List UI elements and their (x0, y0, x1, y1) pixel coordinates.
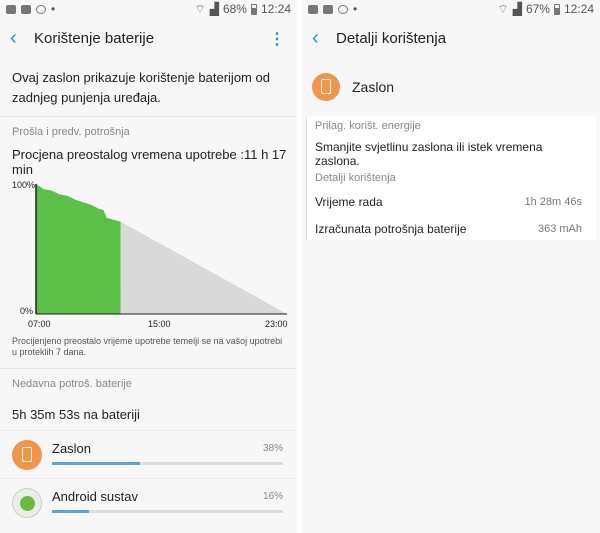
detail-row-consumption: Izračunata potrošnja baterije 363 mAh (307, 215, 596, 242)
app-name: Zaslon (352, 79, 395, 95)
battery-usage-screen: • ⌔ ▟ 68% 12:24 ‹ Korištenje baterije ⋮ … (0, 0, 297, 533)
y-tick-label: 0% (20, 306, 34, 316)
battery-chart: 100% 0% 07:00 15:00 23:00 (0, 178, 297, 330)
app-percent: 38% (262, 443, 283, 454)
phone-settings-icon (12, 440, 42, 470)
battery-icon (553, 3, 560, 15)
signal-icon: ▟ (209, 2, 219, 16)
app-name: Android sustav (52, 489, 138, 504)
usage-bar-track (52, 462, 283, 465)
status-bar: • ⌔ ▟ 68% 12:24 (0, 0, 297, 18)
battery-percent: 67% (525, 2, 550, 16)
app-bar: ‹ Detalji korištenja (302, 18, 600, 58)
back-arrow-icon[interactable]: ‹ (312, 27, 334, 50)
x-tick-label: 23:00 (265, 319, 288, 329)
app-usage-item-zaslon[interactable]: Zaslon 38% (0, 430, 297, 478)
detail-label: Izračunata potrošnja baterije (315, 221, 467, 236)
section-recent-header: Nedavna potroš. baterije (0, 368, 297, 398)
app-bar: ‹ Korištenje baterije ⋮ (0, 18, 297, 58)
x-tick-label: 15:00 (148, 319, 171, 329)
battery-percent: 68% (222, 2, 247, 16)
page-title: Detalji korištenja (336, 29, 447, 47)
page-title: Korištenje baterije (34, 29, 155, 47)
predicted-usage-area (120, 221, 287, 314)
detail-row-runtime: Vrijeme rada 1h 28m 46s (307, 188, 596, 215)
estimate-note: Procijenjeno preostalo vrijeme upotrebe … (12, 336, 283, 357)
clock: 12:24 (260, 2, 291, 16)
app-name: Zaslon (52, 441, 92, 456)
usage-bar-track (52, 510, 283, 513)
message-notification-icon (323, 4, 333, 14)
chart-series-group (36, 184, 287, 314)
usage-bar-fill (52, 462, 140, 465)
x-tick-label: 07:00 (28, 319, 51, 329)
alarm-icon (36, 4, 46, 14)
screen-description: Ovaj zaslon prikazuje korištenje baterij… (12, 70, 270, 105)
more-notifications-icon: • (353, 2, 358, 16)
details-card: Prilag. korišt. energije Smanjite svjetl… (306, 116, 596, 240)
status-bar: • ⌔ ▟ 67% 12:24 (302, 0, 600, 18)
detail-value: 363 mAh (537, 222, 582, 235)
usage-bar-fill (52, 510, 89, 513)
battery-chart-svg (35, 184, 287, 315)
more-notifications-icon: • (51, 2, 56, 16)
detail-value: 1h 28m 46s (524, 195, 582, 208)
section-usage-header: Prošla i predv. potrošnja (0, 116, 297, 146)
clock: 12:24 (563, 2, 594, 16)
measured-usage-area (36, 184, 121, 314)
more-options-icon[interactable]: ⋮ (269, 29, 285, 49)
gallery-notification-icon (6, 4, 16, 14)
android-system-icon (12, 488, 42, 518)
gallery-notification-icon (308, 4, 318, 14)
phone-settings-icon (312, 73, 340, 101)
app-header: Zaslon (302, 58, 600, 116)
message-notification-icon (21, 4, 31, 14)
alarm-icon (338, 4, 348, 14)
y-tick-label: 100% (12, 180, 36, 190)
power-saving-tip[interactable]: Smanjite svjetlinu zaslona ili istek vre… (307, 136, 596, 168)
back-arrow-icon[interactable]: ‹ (10, 27, 32, 50)
app-usage-item-android[interactable]: Android sustav 16% (0, 478, 297, 526)
battery-icon (250, 3, 257, 15)
app-percent: 16% (262, 491, 283, 502)
section-power-settings-header: Prilag. korišt. energije (315, 120, 421, 132)
detail-label: Vrijeme rada (315, 194, 383, 209)
time-on-battery: 5h 35m 53s na bateriji (12, 406, 140, 422)
signal-icon: ▟ (512, 2, 522, 16)
usage-details-screen: • ⌔ ▟ 67% 12:24 ‹ Detalji korištenja Zas… (302, 0, 600, 533)
section-details-header: Detalji korištenja (315, 172, 396, 184)
wifi-icon: ⌔ (194, 1, 206, 16)
wifi-icon: ⌔ (497, 1, 509, 16)
remaining-time-estimate: Procjena preostalog vremena upotrebe :11… (12, 147, 287, 177)
